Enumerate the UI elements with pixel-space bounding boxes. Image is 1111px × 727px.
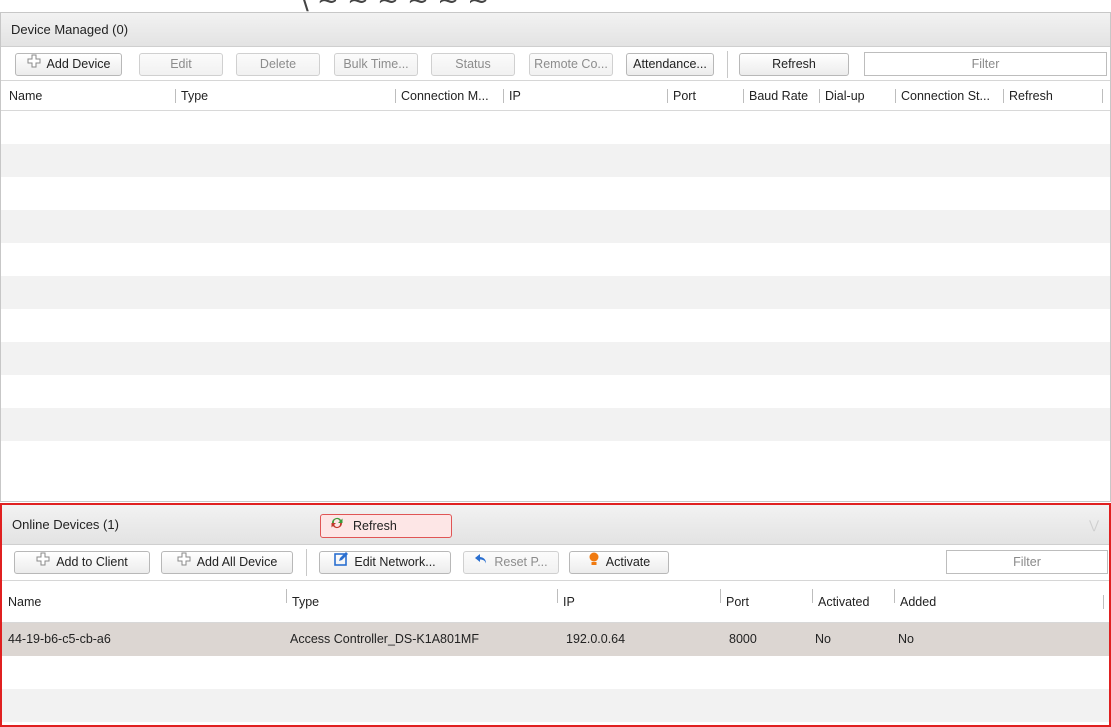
filter-input[interactable]: Filter (864, 52, 1107, 76)
table-row (1, 276, 1110, 309)
online-devices-toolbar: Add to Client Add All Device Edit Networ… (2, 545, 1109, 581)
table-row (1, 342, 1110, 375)
table-row (2, 689, 1109, 722)
cell-port: 8000 (729, 632, 757, 646)
online-table-header: Name Type IP Port Activated Added (2, 581, 1109, 623)
online-refresh-label: Refresh (353, 519, 397, 533)
cell-type: Access Controller_DS-K1A801MF (290, 632, 479, 646)
online-filter-placeholder: Filter (1013, 555, 1041, 569)
table-row[interactable]: 44-19-b6-c5-cb-a6 Access Controller_DS-K… (2, 623, 1109, 656)
reset-password-label: Reset P... (494, 555, 548, 569)
col-end-divider (1103, 595, 1104, 609)
online-devices-title: Online Devices (1) (12, 517, 119, 532)
device-managed-toolbar: Add Device Edit Delete Bulk Time... Stat… (1, 47, 1110, 81)
col-name[interactable]: Name (8, 581, 41, 623)
table-row (1, 111, 1110, 144)
col-baud-rate[interactable]: Baud Rate (742, 81, 808, 111)
col-connection-status[interactable]: Connection St... (895, 81, 990, 111)
device-managed-header: Device Managed (0) (1, 13, 1110, 47)
reset-password-button[interactable]: Reset P... (463, 551, 559, 574)
col-name[interactable]: Name (9, 81, 42, 111)
add-device-button[interactable]: Add Device (15, 53, 122, 76)
attendance-button[interactable]: Attendance... (626, 53, 714, 76)
edit-icon (334, 552, 349, 573)
activate-label: Activate (605, 555, 651, 569)
col-port[interactable]: Port (667, 81, 696, 111)
device-managed-title: Device Managed (0) (11, 22, 129, 37)
col-dial-up[interactable]: Dial-up (819, 81, 865, 111)
plus-icon (27, 54, 41, 75)
remote-config-label: Remote Co... (534, 57, 608, 71)
add-all-device-label: Add All Device (196, 555, 278, 569)
online-filter-input[interactable]: Filter (946, 550, 1108, 574)
undo-icon (474, 552, 488, 573)
plus-icon (36, 552, 50, 573)
delete-button[interactable]: Delete (236, 53, 320, 76)
col-ip[interactable]: IP (557, 581, 575, 623)
add-device-label: Add Device (46, 57, 111, 71)
online-devices-header: Online Devices (1) Refresh ⋁ (2, 505, 1109, 545)
delete-label: Delete (259, 57, 297, 71)
bulk-time-label: Bulk Time... (343, 57, 409, 71)
bulk-time-button[interactable]: Bulk Time... (334, 53, 418, 76)
cell-added: No (898, 632, 914, 646)
plus-icon (177, 552, 191, 573)
col-end-divider (1102, 89, 1103, 103)
table-row (1, 243, 1110, 276)
table-row (1, 375, 1110, 408)
toolbar-separator (306, 549, 307, 576)
table-row (1, 309, 1110, 342)
cell-activated: No (815, 632, 831, 646)
edit-label: Edit (170, 57, 192, 71)
col-type[interactable]: Type (285, 581, 319, 623)
col-activated[interactable]: Activated (811, 581, 869, 623)
activate-button[interactable]: Activate (569, 551, 669, 574)
edit-network-label: Edit Network... (354, 555, 436, 569)
filter-placeholder: Filter (971, 57, 1000, 71)
collapse-chevron-icon[interactable]: ⋁ (1089, 505, 1099, 545)
table-row (1, 441, 1110, 474)
remote-config-button[interactable]: Remote Co... (529, 53, 613, 76)
attendance-label: Attendance... (633, 57, 707, 71)
col-type[interactable]: Type (174, 81, 208, 111)
table-row (1, 177, 1110, 210)
cell-name: 44-19-b6-c5-cb-a6 (8, 632, 111, 646)
edit-network-button[interactable]: Edit Network... (319, 551, 451, 574)
device-table-header: Name Type Connection M... IP Port Baud R… (1, 81, 1110, 111)
toolbar-separator (727, 51, 728, 78)
online-refresh-button[interactable]: Refresh (320, 514, 452, 538)
device-managed-panel: Device Managed (0) Add Device Edit Delet… (0, 12, 1111, 502)
refresh-icon (329, 515, 345, 538)
online-devices-panel: Online Devices (1) Refresh ⋁ Add to Clie… (0, 503, 1111, 727)
col-connection-mode[interactable]: Connection M... (395, 81, 489, 111)
table-row (1, 210, 1110, 243)
table-row (1, 408, 1110, 441)
edit-button[interactable]: Edit (139, 53, 223, 76)
add-all-device-button[interactable]: Add All Device (161, 551, 293, 574)
cropped-text-fragment: \ ~ ~ ~ ~ ~ ~ (300, 0, 489, 12)
device-table-body (1, 111, 1110, 474)
table-row (2, 656, 1109, 689)
col-port[interactable]: Port (720, 581, 749, 623)
table-row (1, 144, 1110, 177)
status-button[interactable]: Status (431, 53, 515, 76)
col-refresh[interactable]: Refresh (1003, 81, 1053, 111)
add-to-client-label: Add to Client (56, 555, 128, 569)
lightbulb-icon (588, 552, 600, 573)
refresh-label: Refresh (772, 57, 816, 71)
col-ip[interactable]: IP (503, 81, 521, 111)
online-table-body: 44-19-b6-c5-cb-a6 Access Controller_DS-K… (2, 623, 1109, 722)
col-added[interactable]: Added (893, 581, 936, 623)
refresh-button[interactable]: Refresh (739, 53, 849, 76)
status-label: Status (455, 57, 491, 71)
cropped-header-strip: \ ~ ~ ~ ~ ~ ~ (0, 0, 1111, 12)
add-to-client-button[interactable]: Add to Client (14, 551, 150, 574)
cell-ip: 192.0.0.64 (566, 632, 626, 646)
